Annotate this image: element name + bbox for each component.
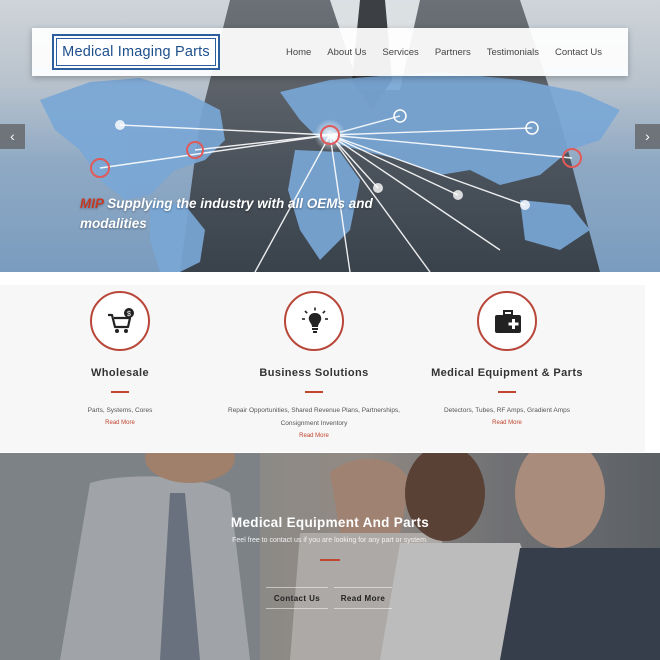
service-title: Wholesale [90,367,149,379]
service-icon-circle [477,291,537,351]
nav-home[interactable]: Home [286,47,311,58]
service-description: Parts, Systems, Cores Read More [20,404,220,428]
main-nav: Home About Us Services Partners Testimon… [270,28,602,76]
divider [305,391,323,393]
shopping-cart-icon: $ [108,308,134,333]
service-description-text: Parts, Systems, Cores [87,407,153,414]
nav-testimonials[interactable]: Testimonials [487,47,539,58]
hero-caption: MIP Supplying the industry with all OEMs… [80,194,380,234]
service-title: Business Solutions [259,367,369,379]
contact-banner: Medical Equipment And Parts Feel free to… [0,453,660,660]
services-section: $ Wholesale Parts, Systems, Cores Read M… [0,285,645,452]
nav-contact-us[interactable]: Contact Us [555,47,602,58]
site-logo[interactable]: Medical Imaging Parts [52,34,220,70]
banner-overlay [0,453,660,660]
read-more-link[interactable]: Read More [407,418,607,428]
service-icon-circle: $ [90,291,150,351]
divider [320,559,340,561]
lightbulb-icon [302,307,328,333]
service-icon-circle [284,291,344,351]
slider-next-button[interactable]: › [635,124,660,149]
logo-text: Medical Imaging Parts [56,38,216,66]
svg-text:$: $ [127,311,131,318]
divider [498,391,516,393]
banner-title: Medical Equipment And Parts [230,515,430,530]
contact-us-button[interactable]: Contact Us [266,587,328,609]
chevron-left-icon: ‹ [10,128,15,144]
service-title: Medical Equipment & Parts [431,367,583,379]
hero-caption-text: Supplying the industry with all OEMs and… [80,196,373,231]
chevron-right-icon: › [645,128,650,144]
hero-slider: Medical Imaging Parts Home About Us Serv… [0,0,660,272]
read-more-button[interactable]: Read More [334,587,392,609]
first-aid-kit-icon [495,310,521,333]
service-description: Detectors, Tubes, RF Amps, Gradient Amps… [407,404,607,428]
service-description-text: Repair Opportunities, Shared Revenue Pla… [228,407,400,427]
read-more-link[interactable]: Read More [20,418,220,428]
divider [111,391,129,393]
service-description-text: Detectors, Tubes, RF Amps, Gradient Amps [443,407,571,414]
banner-subtitle: Feel free to contact us if you are looki… [232,537,428,544]
slider-prev-button[interactable]: ‹ [0,124,25,149]
nav-services[interactable]: Services [382,47,418,58]
nav-about-us[interactable]: About Us [327,47,366,58]
nav-partners[interactable]: Partners [435,47,471,58]
read-more-link[interactable]: Read More [214,431,414,441]
hero-caption-brand: MIP [80,196,104,211]
service-description: Repair Opportunities, Shared Revenue Pla… [214,404,414,441]
site-header: Medical Imaging Parts Home About Us Serv… [32,28,628,76]
